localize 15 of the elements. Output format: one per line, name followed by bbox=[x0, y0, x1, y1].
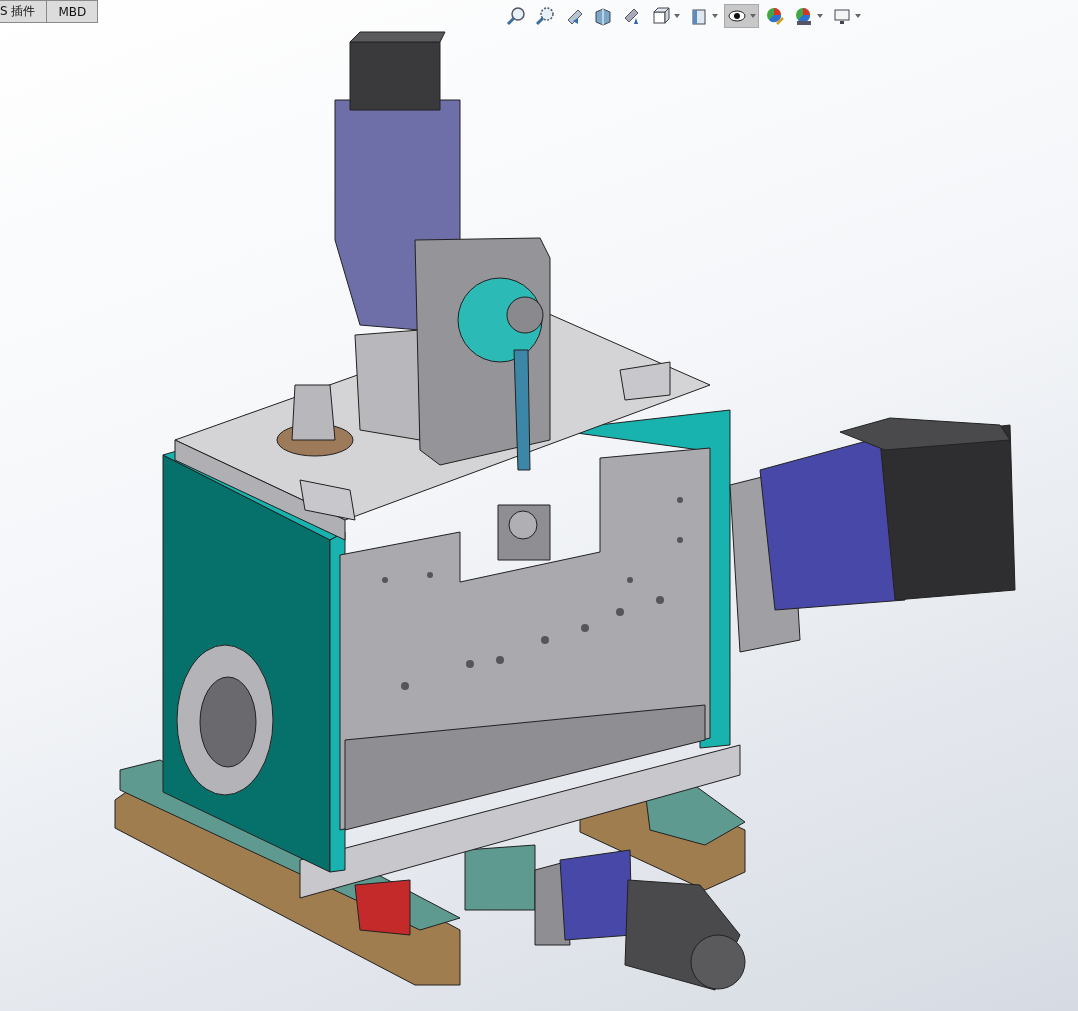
caret-icon bbox=[712, 14, 718, 18]
color-ball-icon bbox=[765, 6, 785, 26]
caret-icon bbox=[750, 14, 756, 18]
section-view-icon bbox=[593, 6, 613, 26]
caret-icon bbox=[674, 14, 680, 18]
scene-icon bbox=[794, 6, 814, 26]
zoom-fit-icon bbox=[506, 6, 526, 26]
monitor-icon bbox=[832, 6, 852, 26]
caret-icon bbox=[817, 14, 823, 18]
toolbar-button[interactable] bbox=[724, 4, 759, 28]
zoom-area-icon bbox=[535, 6, 555, 26]
tab[interactable]: S 插件 bbox=[0, 0, 48, 23]
tab[interactable]: MBD bbox=[47, 0, 99, 23]
cube-icon bbox=[651, 6, 671, 26]
caret-icon bbox=[855, 14, 861, 18]
